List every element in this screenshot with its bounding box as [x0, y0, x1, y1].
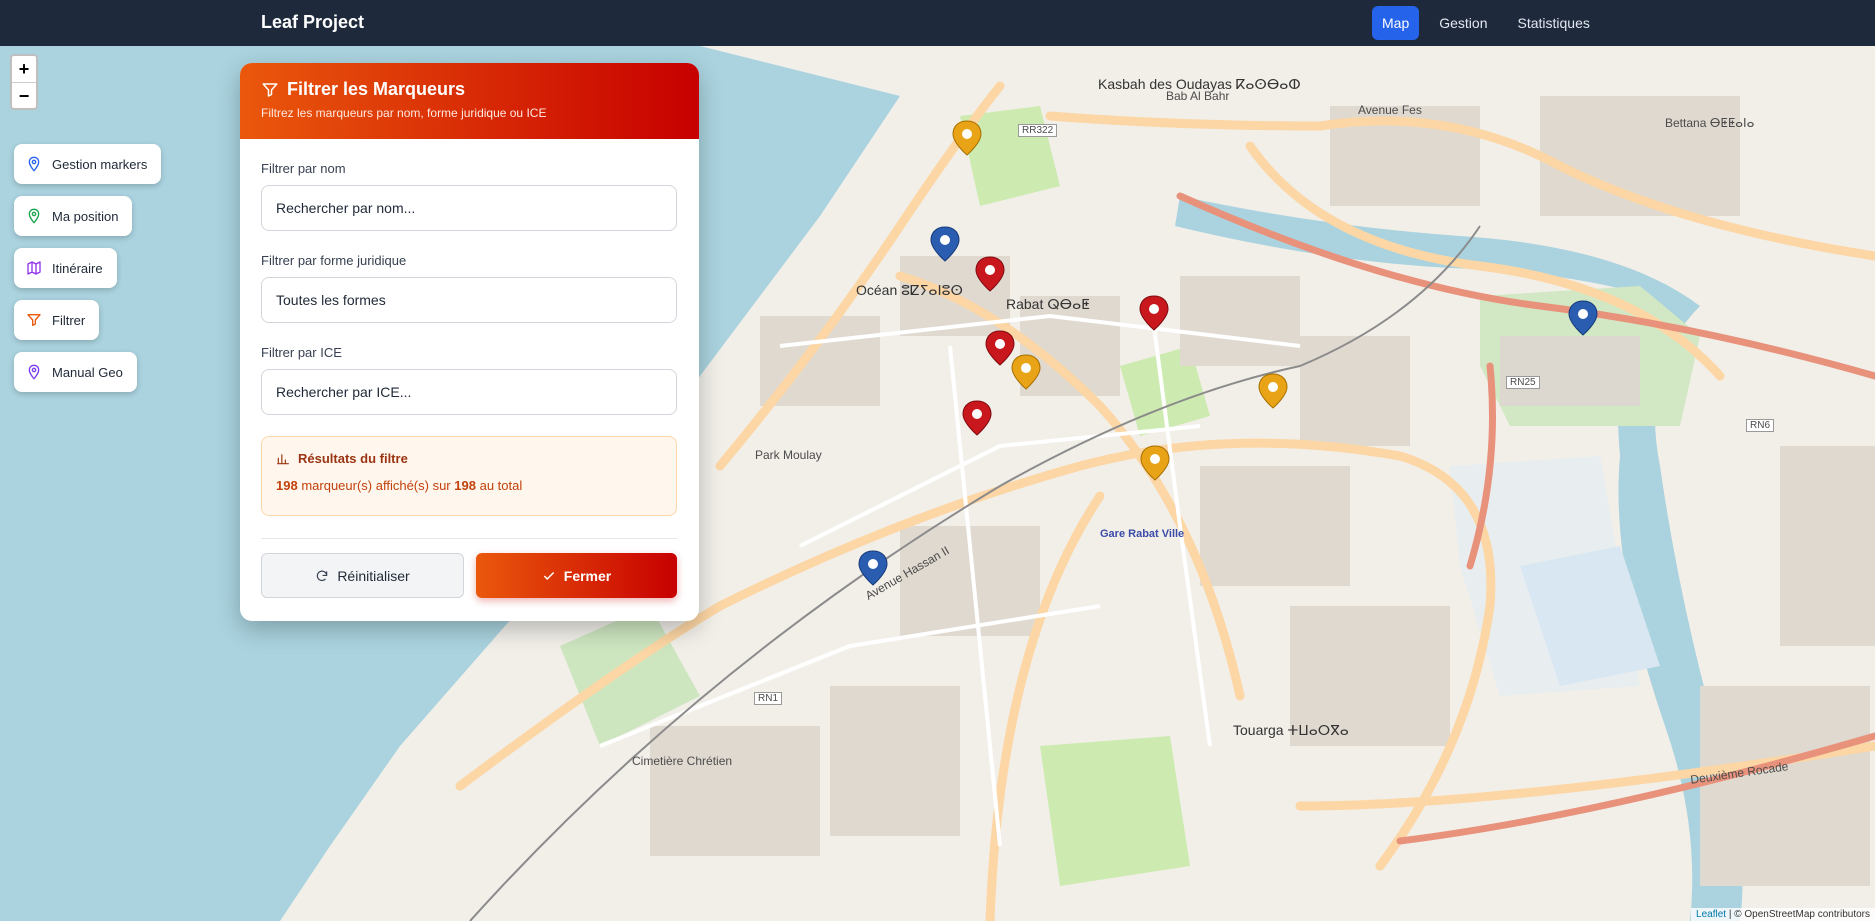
results-total-count: 198 — [454, 478, 476, 493]
results-shown-count: 198 — [276, 478, 298, 493]
close-button[interactable]: Fermer — [476, 553, 677, 598]
app-title: Leaf Project — [261, 12, 365, 32]
map-label-rn6: RN6 — [1746, 419, 1775, 432]
filtrer-button[interactable]: Filtrer — [14, 300, 100, 340]
nav-statistiques[interactable]: Statistiques — [1507, 6, 1599, 40]
map-label-gare: Gare Rabat Ville — [1100, 528, 1185, 540]
results-shown-text: marqueur(s) affiché(s) sur — [301, 478, 451, 493]
name-filter-label: Filtrer par nom — [261, 161, 346, 176]
map-label-park: Park Moulay — [755, 448, 822, 462]
results-title: Résultats du filtre — [298, 451, 408, 466]
manual-geo-button[interactable]: Manual Geo — [14, 352, 137, 392]
map-label-rn25: RN25 — [1506, 376, 1540, 389]
leaflet-link[interactable]: Leaflet — [1696, 909, 1726, 920]
location-pin-icon — [28, 208, 40, 224]
zoom-in-button[interactable]: + — [12, 56, 36, 82]
filtrer-label: Filtrer — [52, 312, 86, 328]
itineraire-label: Itinéraire — [52, 260, 103, 276]
map-pin-icon — [28, 364, 40, 380]
filter-panel-header: Filtrer les Marqueurs Filtrez les marque… — [240, 63, 699, 139]
ice-filter-label: Filtrer par ICE — [261, 345, 342, 360]
filter-icon — [27, 314, 41, 326]
itineraire-button[interactable]: Itinéraire — [14, 248, 117, 288]
map-attribution: Leaflet | © OpenStreetMap contributors — [1691, 908, 1875, 921]
map-label-rn1: RN1 — [754, 692, 783, 705]
check-icon — [543, 571, 554, 580]
divider — [261, 538, 677, 539]
results-title-row: Résultats du filtre — [276, 451, 662, 466]
ice-filter-input[interactable]: Rechercher par ICE... — [261, 369, 677, 415]
map-label-bab-al-bahr: Bab Al Bahr — [1166, 89, 1230, 103]
bar-chart-icon — [277, 453, 289, 464]
nav-map[interactable]: Map — [1372, 6, 1420, 40]
ma-position-button[interactable]: Ma position — [14, 196, 133, 236]
filter-panel-title-row: Filtrer les Marqueurs — [261, 79, 678, 100]
forme-juridique-select[interactable]: Toutes les formes — [261, 277, 677, 323]
reset-label: Réinitialiser — [337, 567, 410, 584]
zoom-out-button[interactable]: − — [12, 82, 36, 108]
close-label: Fermer — [563, 567, 612, 584]
manual-geo-label: Manual Geo — [52, 364, 123, 380]
osm-attribution: | © OpenStreetMap contributors — [1728, 909, 1870, 920]
map-label-bettana: Bettana ⴱⵟⵟⴰⵏⴰ — [1665, 116, 1755, 130]
filter-icon — [262, 82, 278, 97]
refresh-icon — [317, 570, 328, 581]
map-label-ocean: Océan ⵓⵇⵢⴰⵏⵓⵙ — [856, 282, 963, 298]
gestion-markers-label: Gestion markers — [52, 156, 148, 172]
filter-panel: Filtrer les Marqueurs Filtrez les marque… — [240, 63, 699, 621]
gestion-markers-button[interactable]: Gestion markers — [14, 144, 162, 184]
forme-filter-label: Filtrer par forme juridique — [261, 253, 407, 268]
map-label-rabat: Rabat ⵕⴱⴰⵟ — [1006, 296, 1090, 312]
name-filter-input[interactable]: Rechercher par nom... — [261, 185, 677, 231]
filter-panel-subtitle: Filtrez les marqueurs par nom, forme jur… — [261, 106, 547, 120]
map-label-touarga: Touarga ⵜⵡⴰⵔⴳⴰ — [1233, 722, 1349, 738]
results-summary: 198 marqueur(s) affiché(s) sur 198 au to… — [276, 478, 662, 493]
nav-gestion[interactable]: Gestion — [1429, 6, 1497, 40]
top-navbar: Leaf Project Map Gestion Statistiques — [0, 0, 1875, 46]
filter-panel-title: Filtrer les Marqueurs — [287, 79, 466, 99]
main-nav: Map Gestion Statistiques — [1372, 6, 1600, 40]
ma-position-label: Ma position — [52, 208, 119, 224]
map-label-cimetiere: Cimetière Chrétien — [632, 754, 733, 768]
filter-results-box: Résultats du filtre 198 marqueur(s) affi… — [261, 436, 677, 516]
zoom-control: + − — [10, 54, 38, 110]
map-label-avenue-fes: Avenue Fes — [1358, 103, 1422, 117]
map-pin-icon — [28, 156, 40, 172]
results-total-text: au total — [479, 478, 523, 493]
reset-button[interactable]: Réinitialiser — [261, 553, 464, 598]
map-icon — [27, 261, 41, 275]
map-label-rr322: RR322 — [1018, 124, 1058, 137]
